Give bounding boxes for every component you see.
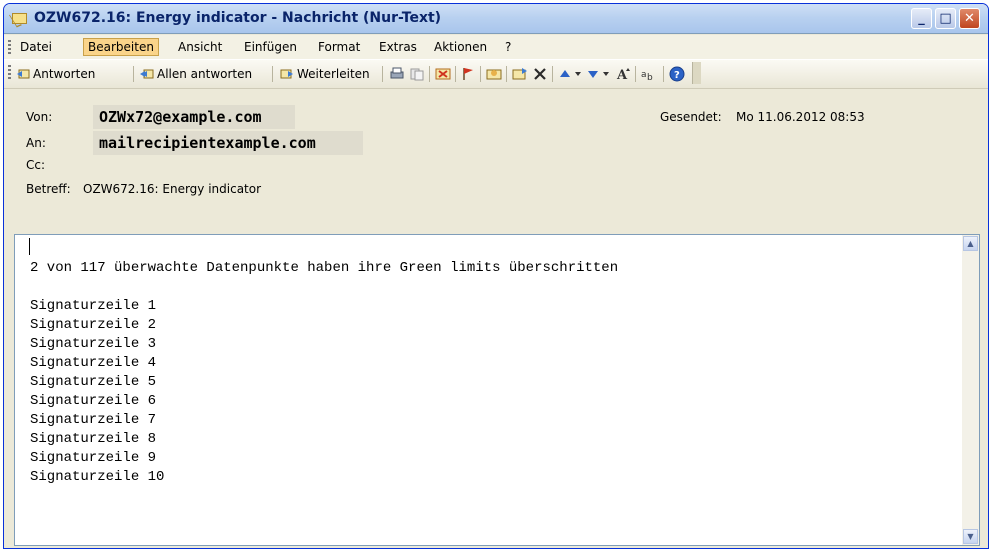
cc-label: Cc: bbox=[26, 158, 46, 172]
sent-label: Gesendet: bbox=[660, 110, 722, 124]
chevron-down-icon[interactable] bbox=[574, 69, 582, 79]
toolbar-separator bbox=[133, 66, 134, 82]
message-header: Von: OZWx72@example.com Gesendet: Mo 11.… bbox=[4, 89, 988, 229]
close-button[interactable]: ✕ bbox=[959, 8, 980, 29]
subject-label: Betreff: bbox=[26, 182, 71, 196]
delete-icon[interactable] bbox=[533, 67, 547, 81]
contact-icon[interactable] bbox=[486, 67, 502, 81]
font-size-icon[interactable]: A bbox=[616, 66, 632, 82]
toolbar-separator bbox=[455, 66, 456, 82]
next-item-icon[interactable] bbox=[587, 68, 599, 80]
menu-ansicht[interactable]: Ansicht bbox=[174, 38, 226, 56]
message-text[interactable]: 2 von 117 überwachte Datenpunkte haben i… bbox=[30, 259, 618, 487]
toolbar-separator bbox=[382, 66, 383, 82]
forward-icon bbox=[280, 69, 293, 79]
forward-button[interactable]: Weiterleiten bbox=[280, 65, 370, 83]
help-icon[interactable]: ? bbox=[669, 66, 685, 82]
envelope-icon bbox=[12, 13, 27, 24]
vertical-scrollbar[interactable]: ▲ ▼ bbox=[962, 235, 979, 545]
encoding-icon[interactable]: ab bbox=[641, 66, 659, 82]
toolbar-separator bbox=[663, 66, 664, 82]
reply-icon bbox=[17, 69, 30, 79]
flag-icon[interactable] bbox=[461, 67, 475, 81]
svg-text:?: ? bbox=[674, 70, 680, 81]
reply-button[interactable]: Antworten bbox=[16, 65, 95, 83]
svg-text:A: A bbox=[616, 68, 628, 82]
toolbar-separator bbox=[552, 66, 553, 82]
reply-label: Antworten bbox=[33, 67, 96, 81]
menu-bar: Datei Bearbeiten Ansicht Einfügen Format… bbox=[4, 35, 988, 60]
sent-value: Mo 11.06.2012 08:53 bbox=[736, 110, 865, 124]
text-caret bbox=[29, 238, 30, 255]
grip-handle[interactable] bbox=[8, 40, 11, 54]
message-body[interactable]: 2 von 117 überwachte Datenpunkte haben i… bbox=[14, 234, 980, 546]
to-value[interactable]: mailrecipientexample.com bbox=[93, 131, 363, 155]
toolbar-separator bbox=[506, 66, 507, 82]
chevron-down-icon: ▼ bbox=[967, 532, 974, 541]
copy-icon[interactable] bbox=[409, 67, 425, 81]
reply-all-icon bbox=[140, 69, 154, 79]
toolbar-separator bbox=[429, 66, 430, 82]
menu-help[interactable]: ? bbox=[501, 38, 515, 56]
toolbar-overflow[interactable] bbox=[692, 62, 701, 84]
previous-item-icon[interactable] bbox=[559, 68, 571, 80]
chevron-up-icon: ▲ bbox=[967, 239, 974, 248]
close-icon: ✕ bbox=[964, 11, 975, 26]
minimize-icon: _ bbox=[918, 11, 925, 26]
toolbar-grip[interactable] bbox=[8, 65, 11, 79]
menu-format[interactable]: Format bbox=[314, 38, 364, 56]
menu-extras[interactable]: Extras bbox=[375, 38, 421, 56]
menu-einfuegen[interactable]: Einfügen bbox=[240, 38, 301, 56]
minimize-button[interactable]: _ bbox=[911, 8, 932, 29]
subject-value: OZW672.16: Energy indicator bbox=[83, 182, 262, 196]
scroll-down-button[interactable]: ▼ bbox=[963, 529, 978, 544]
toolbar-separator bbox=[272, 66, 273, 82]
window-title: OZW672.16: Energy indicator - Nachricht … bbox=[34, 10, 442, 26]
toolbar-separator bbox=[635, 66, 636, 82]
to-label: An: bbox=[26, 136, 46, 150]
reply-all-label: Allen antworten bbox=[157, 67, 253, 81]
menu-aktionen[interactable]: Aktionen bbox=[430, 38, 491, 56]
title-bar[interactable]: OZW672.16: Energy indicator - Nachricht … bbox=[4, 4, 988, 34]
print-icon[interactable] bbox=[389, 67, 405, 81]
from-label: Von: bbox=[26, 110, 53, 124]
move-icon[interactable] bbox=[512, 67, 528, 81]
menu-bearbeiten[interactable]: Bearbeiten bbox=[83, 38, 159, 56]
svg-text:a: a bbox=[641, 70, 647, 80]
menu-datei[interactable]: Datei bbox=[16, 38, 56, 56]
scroll-up-button[interactable]: ▲ bbox=[963, 236, 978, 251]
move-to-folder-icon[interactable] bbox=[435, 67, 451, 81]
from-value[interactable]: OZWx72@example.com bbox=[93, 105, 295, 129]
maximize-icon: □ bbox=[939, 11, 952, 26]
toolbar: Antworten Allen antworten Weiterleiten A… bbox=[4, 60, 988, 89]
toolbar-separator bbox=[480, 66, 481, 82]
message-window: OZW672.16: Energy indicator - Nachricht … bbox=[3, 3, 989, 549]
maximize-button[interactable]: □ bbox=[935, 8, 956, 29]
svg-text:b: b bbox=[647, 73, 653, 82]
reply-all-button[interactable]: Allen antworten bbox=[140, 65, 252, 83]
chevron-down-icon[interactable] bbox=[602, 69, 610, 79]
forward-label: Weiterleiten bbox=[297, 67, 370, 81]
